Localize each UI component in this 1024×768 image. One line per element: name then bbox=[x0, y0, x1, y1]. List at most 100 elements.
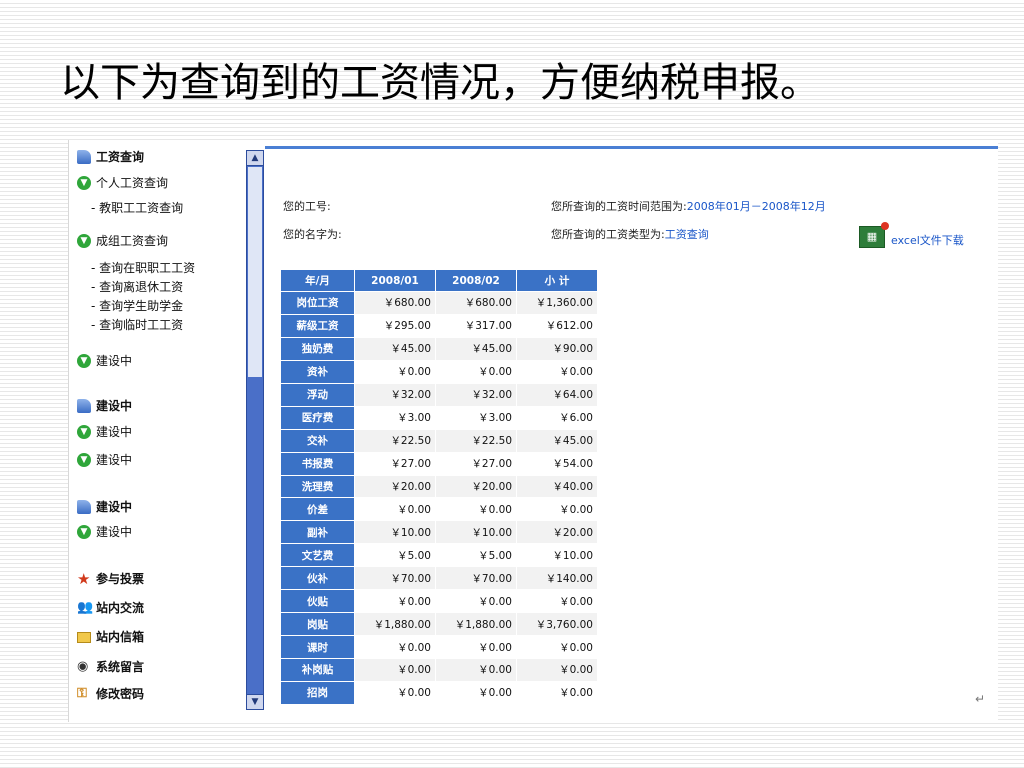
sidebar-scrollbar[interactable]: ▲ ▼ bbox=[246, 150, 264, 710]
table-cell: ￥45.00 bbox=[516, 428, 598, 453]
table-row: 薪级工资 ￥295.00 ￥317.00 ￥612.00 bbox=[280, 313, 598, 338]
table-cell: ￥0.00 bbox=[435, 635, 517, 659]
row-label: 洗理费 bbox=[280, 474, 355, 499]
table-cell: ￥0.00 bbox=[435, 359, 517, 384]
table-cell: ￥0.00 bbox=[435, 658, 517, 682]
row-label: 书报费 bbox=[280, 451, 355, 476]
column-header: 2008/01 bbox=[354, 269, 436, 292]
sidebar-item-17[interactable]: ◉ 系统留言 bbox=[77, 658, 144, 676]
range-value: 2008年01月－2008年12月 bbox=[686, 200, 826, 213]
type-line: 您所查询的工资类型为:工资查询 bbox=[551, 226, 709, 242]
sidebar-item-label: 成组工资查询 bbox=[96, 234, 169, 248]
table-cell: ￥70.00 bbox=[354, 566, 436, 591]
sidebar-item-label: - 查询离退休工资 bbox=[91, 280, 184, 294]
header-rule bbox=[265, 146, 998, 149]
employee-id-label: 您的工号: bbox=[283, 200, 331, 213]
table-cell: ￥10.00 bbox=[354, 520, 436, 545]
table-cell: ￥90.00 bbox=[516, 336, 598, 361]
excel-icon[interactable]: ▦ bbox=[859, 222, 889, 248]
table-cell: ￥22.50 bbox=[435, 428, 517, 453]
table-cell: ￥70.00 bbox=[435, 566, 517, 591]
sidebar: 工资查询 ▼ 个人工资查询 - 教职工工资查询 ▼ 成组工资查询 - 查询在职职工工资 - 查… bbox=[69, 140, 265, 722]
table-row: 交补 ￥22.50 ￥22.50 ￥45.00 bbox=[280, 428, 598, 453]
sidebar-item-label: 参与投票 bbox=[96, 572, 145, 586]
row-label: 价差 bbox=[280, 497, 355, 522]
table-cell: ￥0.00 bbox=[354, 497, 436, 522]
table-cell: ￥612.00 bbox=[516, 313, 598, 338]
table-cell: ￥32.00 bbox=[354, 382, 436, 407]
sidebar-item-label: 系统留言 bbox=[96, 660, 145, 674]
row-label: 伙补 bbox=[280, 566, 355, 591]
table-cell: ￥27.00 bbox=[354, 451, 436, 476]
table-cell: ￥0.00 bbox=[354, 589, 436, 614]
table-row: 伙贴 ￥0.00 ￥0.00 ￥0.00 bbox=[280, 589, 598, 614]
table-cell: ￥0.00 bbox=[516, 658, 598, 682]
sidebar-item-8[interactable]: ▼ 建设中 bbox=[77, 352, 132, 370]
arrow-circle-icon: ▼ bbox=[77, 354, 91, 368]
slide-title: 以下为查询到的工资情况，方便纳税申报。 bbox=[60, 60, 820, 106]
row-label: 医疗费 bbox=[280, 405, 355, 430]
table-row: 课时 ￥0.00 ￥0.00 ￥0.00 bbox=[280, 635, 598, 659]
table-row: 价差 ￥0.00 ￥0.00 ￥0.00 bbox=[280, 497, 598, 522]
excel-download-link[interactable]: excel文件下载 bbox=[891, 232, 964, 248]
table-cell: ￥10.00 bbox=[516, 543, 598, 568]
sidebar-item-label: - 查询学生助学金 bbox=[91, 299, 184, 313]
row-label: 文艺费 bbox=[280, 543, 355, 568]
arrow-circle-icon: ▼ bbox=[77, 525, 91, 539]
table-row: 独奶费 ￥45.00 ￥45.00 ￥90.00 bbox=[280, 336, 598, 361]
table-cell: ￥0.00 bbox=[435, 680, 517, 705]
table-cell: ￥10.00 bbox=[435, 520, 517, 545]
table-cell: ￥0.00 bbox=[435, 497, 517, 522]
users-icon: 👥 bbox=[77, 600, 94, 615]
sidebar-item-16[interactable]: 站内信箱 bbox=[77, 628, 144, 646]
sidebar-item-18[interactable]: ⚿ 修改密码 bbox=[77, 685, 144, 703]
table-row: 伙补 ￥70.00 ￥70.00 ￥140.00 bbox=[280, 566, 598, 591]
person-icon: ◉ bbox=[77, 659, 89, 674]
sidebar-item-7[interactable]: - 查询临时工工资 bbox=[77, 316, 183, 334]
scroll-thumb[interactable] bbox=[248, 167, 262, 377]
sidebar-item-3[interactable]: ▼ 成组工资查询 bbox=[77, 232, 168, 250]
sidebar-item-label: - 教职工工资查询 bbox=[91, 201, 184, 215]
sidebar-item-label: - 查询在职职工工资 bbox=[91, 261, 196, 275]
table-row: 资补 ￥0.00 ￥0.00 ￥0.00 bbox=[280, 359, 598, 384]
sidebar-item-1[interactable]: ▼ 个人工资查询 bbox=[77, 174, 168, 192]
type-value: 工资查询 bbox=[664, 228, 709, 241]
star-icon: ★ bbox=[77, 570, 91, 588]
sidebar-item-15[interactable]: 👥 站内交流 bbox=[77, 599, 144, 617]
sidebar-item-5[interactable]: - 查询离退休工资 bbox=[77, 278, 183, 296]
sidebar-item-2[interactable]: - 教职工工资查询 bbox=[77, 199, 183, 217]
table-row: 医疗费 ￥3.00 ￥3.00 ￥6.00 bbox=[280, 405, 598, 430]
table-cell: ￥317.00 bbox=[435, 313, 517, 338]
sidebar-item-6[interactable]: - 查询学生助学金 bbox=[77, 297, 183, 315]
key-icon: ⚿ bbox=[77, 686, 87, 701]
table-header-row: 年/月 2008/01 2008/02 小 计 bbox=[280, 269, 598, 292]
sidebar-item-11[interactable]: ▼ 建设中 bbox=[77, 451, 132, 469]
sidebar-item-14[interactable]: ★ 参与投票 bbox=[77, 570, 144, 588]
table-cell: ￥20.00 bbox=[435, 474, 517, 499]
sidebar-item-9[interactable]: 建设中 bbox=[77, 397, 132, 415]
scroll-down-button[interactable]: ▼ bbox=[246, 694, 264, 710]
row-label: 资补 bbox=[280, 359, 355, 384]
row-label: 招岗 bbox=[280, 680, 355, 705]
sidebar-item-13[interactable]: ▼ 建设中 bbox=[77, 523, 132, 541]
table-row: 洗理费 ￥20.00 ￥20.00 ￥40.00 bbox=[280, 474, 598, 499]
row-label: 薪级工资 bbox=[280, 313, 355, 338]
table-cell: ￥295.00 bbox=[354, 313, 436, 338]
excel-download[interactable]: ▦ excel文件下载 bbox=[859, 222, 964, 248]
table-cell: ￥0.00 bbox=[516, 635, 598, 659]
table-cell: ￥54.00 bbox=[516, 451, 598, 476]
row-label: 浮动 bbox=[280, 382, 355, 407]
table-row: 副补 ￥10.00 ￥10.00 ￥20.00 bbox=[280, 520, 598, 545]
sidebar-item-10[interactable]: ▼ 建设中 bbox=[77, 423, 132, 441]
sidebar-item-label: 建设中 bbox=[96, 425, 133, 439]
sidebar-item-12[interactable]: 建设中 bbox=[77, 498, 132, 516]
sidebar-item-label: 建设中 bbox=[96, 500, 133, 514]
sidebar-item-label: 建设中 bbox=[96, 453, 133, 467]
type-label: 您所查询的工资类型为: bbox=[551, 228, 665, 241]
name-label: 您的名字为: bbox=[283, 228, 342, 241]
sidebar-item-0[interactable]: 工资查询 bbox=[77, 148, 144, 166]
table-cell: ￥0.00 bbox=[435, 589, 517, 614]
scroll-up-button[interactable]: ▲ bbox=[246, 150, 264, 166]
table-row: 招岗 ￥0.00 ￥0.00 ￥0.00 bbox=[280, 680, 598, 705]
sidebar-item-4[interactable]: - 查询在职职工工资 bbox=[77, 259, 195, 277]
